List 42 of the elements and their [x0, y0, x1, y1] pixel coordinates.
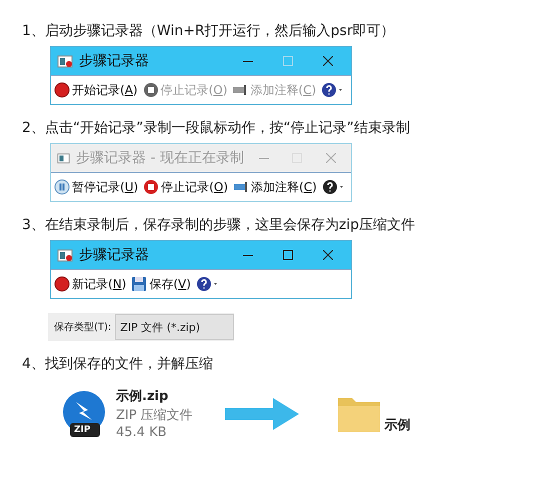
stop-button[interactable]: 停止记录(O) [143, 178, 228, 196]
file-name: 示例.zip [116, 388, 170, 405]
app-icon [57, 54, 73, 68]
close-icon [323, 56, 333, 66]
window-title: 步骤记录器 [79, 246, 150, 264]
zip-file-icon [62, 390, 108, 438]
step-instruction: 3、在结束录制后，保存录制的步骤，这里会保存为zip压缩文件 [22, 216, 416, 234]
app-icon [57, 151, 70, 165]
folder-name: 示例 [384, 416, 411, 434]
maximize-icon [283, 56, 293, 66]
help-icon [322, 179, 346, 195]
step-instruction: 2、点击“开始记录”录制一段鼠标动作，按“停止记录”结束录制 [22, 119, 411, 137]
stop-icon [142, 82, 159, 98]
file-size: 45.4 KB [116, 425, 168, 440]
pause-button[interactable]: 暂停记录(U) [54, 178, 138, 196]
pause-icon [54, 179, 70, 195]
maximize-icon [283, 250, 293, 260]
record-icon [54, 276, 70, 292]
comment-icon [233, 179, 249, 195]
arrow-icon [224, 398, 299, 430]
comment-icon [232, 82, 248, 98]
help-button[interactable] [196, 276, 220, 292]
record-icon [54, 82, 70, 98]
save-icon [131, 276, 148, 292]
close-icon [326, 153, 336, 163]
zip-label: ZIP [74, 424, 90, 434]
window-title: 步骤记录器 - 现在正在录制 [76, 149, 244, 167]
step-instruction: 4、找到保存的文件，并解压缩 [22, 355, 214, 373]
file-type-dropdown[interactable]: ZIP 文件 (*.zip) [115, 314, 234, 340]
close-icon [323, 250, 333, 260]
file-type: ZIP 压缩文件 [116, 407, 193, 424]
window-title: 步骤记录器 [79, 52, 150, 70]
record-button[interactable]: 开始记录(A) [54, 82, 138, 98]
field-label: 保存类型(T): [54, 320, 112, 334]
record-button[interactable]: 新记录(N) [54, 276, 126, 292]
app-icon [57, 248, 73, 262]
stop-icon [143, 179, 160, 195]
help-button[interactable] [322, 179, 346, 195]
comment-button[interactable]: 添加注释(C) [233, 178, 317, 196]
help-icon [196, 276, 220, 292]
step-instruction: 1、启动步骤记录器（Win+R打开运行，然后输入psr即可） [22, 22, 396, 40]
save-button[interactable]: 保存(V) [131, 276, 191, 292]
